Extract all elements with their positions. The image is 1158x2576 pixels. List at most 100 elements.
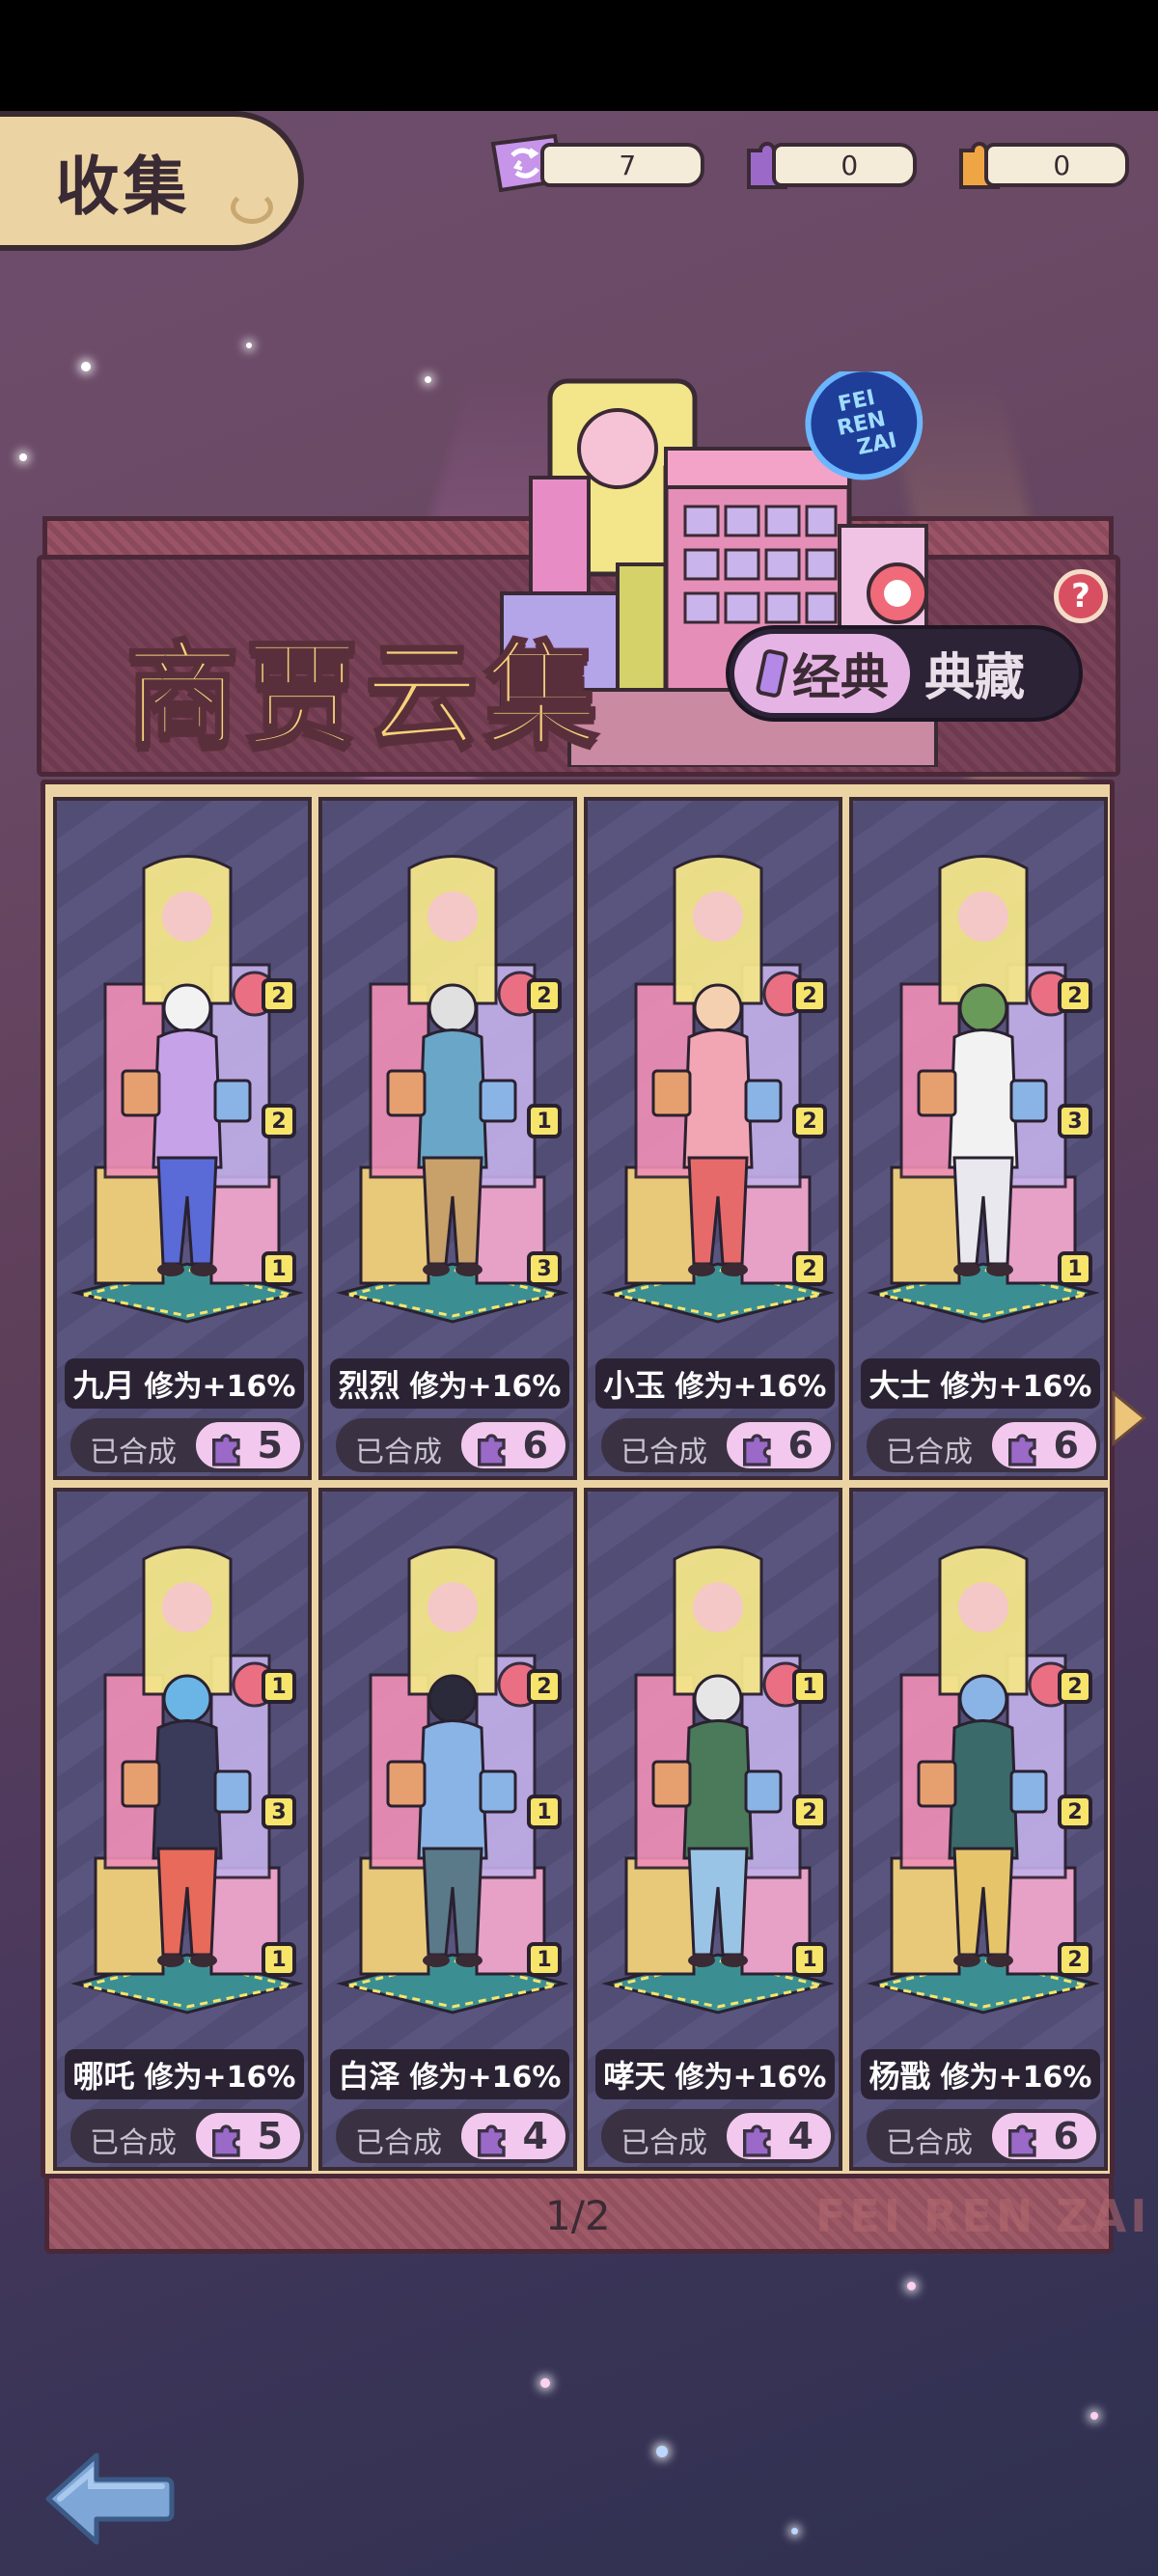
character-card[interactable]: 2 1 1 白泽 修为+16% 已合成 4 — [318, 1488, 577, 2171]
booth-level-badge: 1 — [527, 1795, 562, 1829]
character-bonus: 修为+16% — [144, 2061, 296, 2095]
status-bar — [0, 0, 1158, 111]
sparkle — [19, 453, 27, 461]
sparkle — [425, 376, 431, 383]
synth-count-pill: 4 — [723, 2109, 835, 2163]
booth-level-badge: 1 — [527, 1104, 562, 1138]
synth-count-pill: 5 — [192, 1418, 304, 1472]
synth-count: 5 — [257, 2115, 283, 2157]
puzzle-icon — [1008, 1434, 1036, 1466]
synth-label: 已合成 — [886, 1436, 973, 1469]
puzzle-icon — [1008, 2124, 1036, 2157]
booth-level-badge: 2 — [262, 978, 296, 1013]
purple-piece-count: 0 — [841, 149, 859, 181]
character-card[interactable]: 2 2 1 九月 修为+16% 已合成 5 — [53, 797, 312, 1480]
orange-piece-count: 0 — [1053, 149, 1071, 181]
character-bonus: 修为+16% — [144, 1370, 296, 1404]
synth-label: 已合成 — [620, 1436, 707, 1469]
puzzle-icon — [478, 1434, 506, 1466]
character-nameplate: 杨戬 修为+16% — [861, 2049, 1100, 2099]
synth-count-pill: 5 — [192, 2109, 304, 2163]
character-bonus: 修为+16% — [675, 2061, 827, 2095]
synth-count: 6 — [522, 1424, 548, 1466]
character-nameplate: 烈烈 修为+16% — [330, 1358, 569, 1409]
booth-level-badge: 2 — [792, 1795, 827, 1829]
character-name: 小玉 — [603, 1367, 666, 1404]
synth-count-pill: 6 — [988, 2109, 1100, 2163]
ticket-count: 7 — [619, 149, 637, 181]
synth-status: 已合成 6 — [336, 1418, 569, 1472]
character-nameplate: 哪吒 修为+16% — [65, 2049, 304, 2099]
synth-status: 已合成 4 — [336, 2109, 569, 2163]
character-card[interactable]: 2 2 2 小玉 修为+16% 已合成 6 — [584, 797, 842, 1480]
character-card[interactable]: 2 1 3 烈烈 修为+16% 已合成 6 — [318, 797, 577, 1480]
puzzle-icon — [743, 2124, 771, 2157]
booth-level-badge: 1 — [262, 1251, 296, 1286]
tab-collection[interactable]: 典藏 — [924, 637, 1025, 709]
booth-level-badge: 2 — [1058, 1795, 1092, 1829]
character-bonus: 修为+16% — [940, 2061, 1092, 2095]
booth-level-badge: 2 — [792, 978, 827, 1013]
character-card[interactable]: 2 2 2 杨戬 修为+16% 已合成 6 — [849, 1488, 1108, 2171]
synth-label: 已合成 — [90, 2126, 177, 2160]
character-card[interactable]: 1 2 1 哮天 修为+16% 已合成 4 — [584, 1488, 842, 2171]
synth-status: 已合成 5 — [70, 2109, 304, 2163]
character-bonus: 修为+16% — [675, 1370, 827, 1404]
sparkle — [907, 2282, 916, 2290]
back-arrow-icon[interactable] — [41, 2446, 176, 2552]
character-name: 大士 — [868, 1367, 931, 1404]
synth-count: 4 — [787, 2115, 813, 2157]
synth-count-pill: 6 — [723, 1418, 835, 1472]
booth-level-badge: 2 — [527, 978, 562, 1013]
booth-level-badge: 1 — [1058, 1251, 1092, 1286]
booth-level-badge: 1 — [262, 1669, 296, 1704]
booth-level-badge: 3 — [527, 1251, 562, 1286]
sparkle — [246, 343, 252, 348]
character-nameplate: 大士 修为+16% — [861, 1358, 1100, 1409]
character-card[interactable]: 1 3 1 哪吒 修为+16% 已合成 5 — [53, 1488, 312, 2171]
synth-count-pill: 6 — [457, 1418, 569, 1472]
sparkle — [791, 2528, 798, 2535]
booth-level-badge: 2 — [1058, 1669, 1092, 1704]
synth-label: 已合成 — [620, 2126, 707, 2160]
booth-level-badge: 2 — [527, 1669, 562, 1704]
character-bonus: 修为+16% — [940, 1370, 1092, 1404]
booth-level-badge: 1 — [792, 1942, 827, 1977]
synth-count: 5 — [257, 1424, 283, 1466]
character-nameplate: 哮天 修为+16% — [595, 2049, 835, 2099]
puzzle-icon — [478, 2124, 506, 2157]
next-page-arrow-icon[interactable] — [1110, 1389, 1148, 1447]
purple-piece-counter: 0 — [772, 143, 917, 187]
booth-level-badge: 1 — [792, 1669, 827, 1704]
synth-status: 已合成 6 — [867, 1418, 1100, 1472]
character-bonus: 修为+16% — [409, 2061, 562, 2095]
synth-count: 6 — [1053, 2115, 1079, 2157]
synth-status: 已合成 5 — [70, 1418, 304, 1472]
synth-label: 已合成 — [355, 2126, 442, 2160]
synth-status: 已合成 4 — [601, 2109, 835, 2163]
sparkle — [81, 362, 91, 371]
character-name: 烈烈 — [338, 1367, 400, 1404]
synth-status: 已合成 6 — [601, 1418, 835, 1472]
tab-classic-label: 经典 — [792, 649, 889, 705]
tab-classic[interactable]: 经典 — [730, 629, 915, 718]
help-button[interactable]: ? — [1054, 569, 1108, 623]
booth-level-badge: 2 — [1058, 978, 1092, 1013]
character-nameplate: 九月 修为+16% — [65, 1358, 304, 1409]
synth-count: 6 — [787, 1424, 813, 1466]
character-nameplate: 小玉 修为+16% — [595, 1358, 835, 1409]
puzzle-icon — [743, 1434, 771, 1466]
booth-level-badge: 2 — [792, 1251, 827, 1286]
character-name: 杨戬 — [868, 2058, 931, 2095]
page-title: 收集 — [55, 149, 191, 224]
sparkle — [540, 2378, 550, 2388]
sparkle — [1090, 2412, 1098, 2420]
booth-level-badge: 2 — [262, 1104, 296, 1138]
ticket-counter: 7 — [540, 143, 704, 187]
booth-level-badge: 3 — [1058, 1104, 1092, 1138]
footer-watermark: FEI REN ZAI — [815, 2190, 1151, 2242]
puzzle-icon — [212, 2124, 240, 2157]
character-name: 哮天 — [603, 2058, 666, 2095]
synth-status: 已合成 6 — [867, 2109, 1100, 2163]
character-card[interactable]: 2 3 1 大士 修为+16% 已合成 6 — [849, 797, 1108, 1480]
